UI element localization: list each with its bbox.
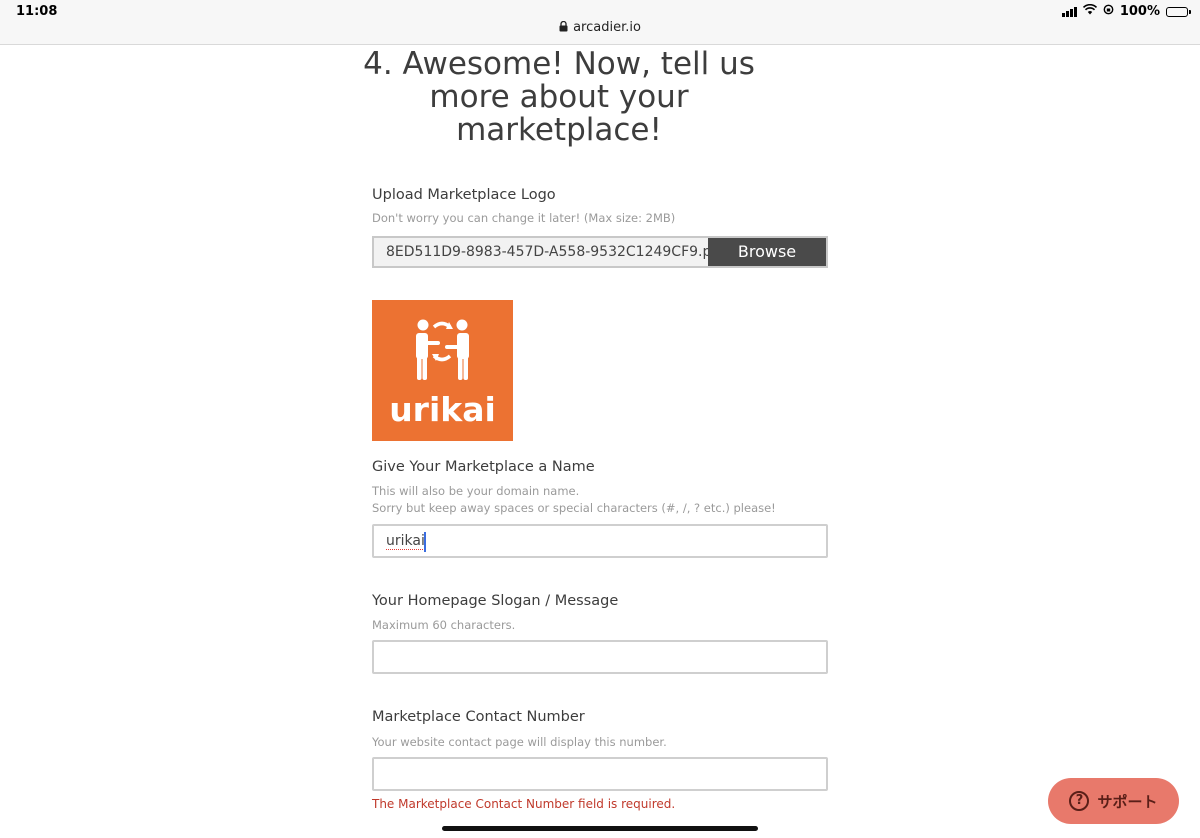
name-input-value: urikai	[386, 533, 425, 550]
logo-preview: urikai	[372, 300, 513, 441]
page-title: 4. Awesome! Now, tell us more about your…	[363, 46, 755, 148]
browse-button[interactable]: Browse	[708, 238, 826, 266]
text-cursor	[424, 532, 426, 552]
contact-error-message: The Marketplace Contact Number field is …	[372, 797, 676, 811]
lock-icon	[559, 20, 568, 36]
marketplace-name-input[interactable]: urikai	[372, 524, 828, 558]
battery-icon	[1166, 6, 1191, 17]
status-indicators: 100%	[1061, 3, 1191, 19]
status-bar: 11:08 arcadier.io 100%	[0, 0, 1200, 45]
logo-upload-label: Upload Marketplace Logo	[372, 187, 556, 203]
battery-percent: 100%	[1119, 4, 1160, 19]
address-bar[interactable]: arcadier.io	[0, 20, 1200, 36]
url-text: arcadier.io	[573, 20, 641, 35]
file-name: 8ED511D9-8983-457D-A558-9532C1249CF9.png	[386, 244, 730, 260]
slogan-hint: Maximum 60 characters.	[372, 618, 516, 632]
signal-icon	[1061, 6, 1077, 17]
support-label: サポート	[1097, 792, 1158, 811]
contact-label: Marketplace Contact Number	[372, 709, 585, 725]
home-indicator[interactable]	[442, 826, 758, 831]
contact-hint: Your website contact page will display t…	[372, 735, 667, 749]
slogan-input[interactable]	[372, 640, 828, 674]
name-label: Give Your Marketplace a Name	[372, 459, 595, 475]
file-upload-field[interactable]: 8ED511D9-8983-457D-A558-9532C1249CF9.png…	[372, 236, 828, 268]
orientation-lock-icon	[1103, 4, 1114, 19]
name-hint-1: This will also be your domain name.	[372, 484, 580, 498]
wifi-icon	[1082, 3, 1097, 19]
logo-text: urikai	[389, 390, 496, 429]
contact-number-input[interactable]	[372, 757, 828, 791]
support-button[interactable]: ? サポート	[1048, 778, 1179, 824]
status-time: 11:08	[16, 4, 58, 19]
slogan-label: Your Homepage Slogan / Message	[372, 593, 619, 609]
logo-upload-hint: Don't worry you can change it later! (Ma…	[372, 211, 676, 225]
name-hint-2: Sorry but keep away spaces or special ch…	[372, 501, 776, 515]
help-icon: ?	[1069, 791, 1090, 811]
